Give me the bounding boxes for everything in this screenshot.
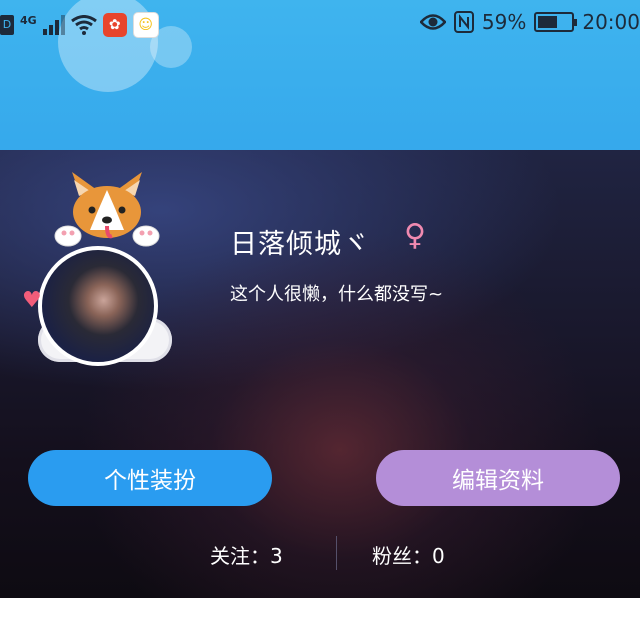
following-count[interactable]: 关注：3 [210, 540, 283, 569]
app-notification-icon: ✿ [102, 13, 127, 37]
heart-icon: ♥ [22, 288, 42, 313]
chat-notification-icon: ☺ [132, 12, 159, 38]
gender-female-icon: ♀ [404, 218, 426, 253]
signal-icon [42, 15, 65, 35]
hd-icon: D [0, 15, 14, 35]
corgi-frame-icon [54, 172, 160, 247]
clock: 20:00 [582, 10, 640, 34]
edit-profile-button[interactable]: 编辑资料 [376, 450, 620, 506]
avatar[interactable] [38, 246, 158, 366]
eye-icon [419, 14, 446, 30]
fans-count[interactable]: 粉丝：0 [372, 540, 445, 569]
stats-divider [336, 536, 337, 570]
content-area [0, 598, 640, 640]
dress-up-button[interactable]: 个性装扮 [28, 450, 272, 506]
battery-icon [534, 12, 578, 32]
battery-percent: 59% [481, 10, 527, 34]
nfc-icon [453, 11, 474, 33]
status-bar: D 4G ✿ ☺ 59% 20:00 [0, 0, 640, 48]
network-type-label: 4G [20, 13, 37, 27]
username: 日落倾城ヾ [230, 229, 370, 260]
wifi-icon [70, 15, 97, 35]
battery-fill [538, 16, 558, 28]
avatar-frame[interactable]: ♥ [22, 170, 180, 370]
header-background: D 4G ✿ ☺ 59% 20:00 [0, 0, 640, 158]
bio-text: 这个人很懒，什么都没写~ [230, 284, 444, 305]
stats-row: 关注：3 粉丝：0 [0, 536, 640, 570]
